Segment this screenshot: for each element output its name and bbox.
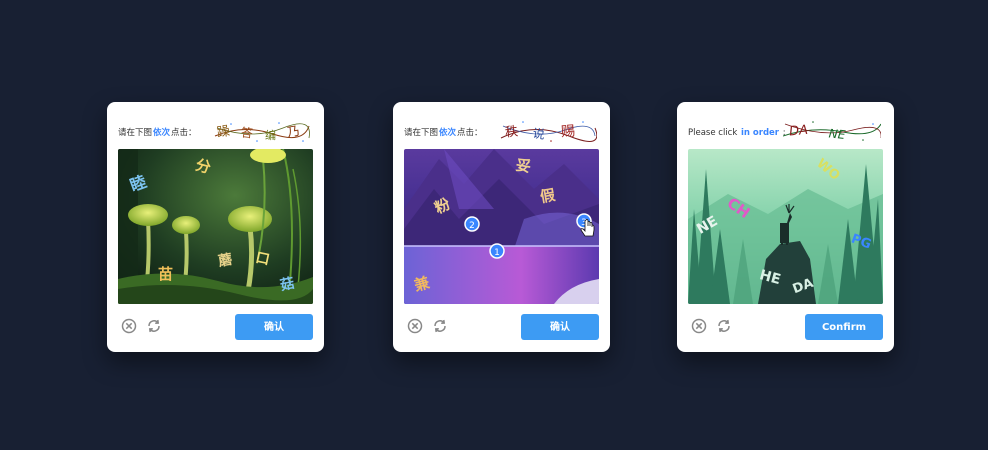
- target-char: 说: [532, 125, 546, 142]
- prompt-highlight: 依次: [439, 128, 457, 138]
- target-char: 答: [240, 124, 254, 140]
- target-char: 编: [265, 128, 276, 142]
- captcha-scene-image[interactable]: 粉 妥 假 兼 2 1 3: [404, 149, 599, 304]
- prompt-highlight: in order: [740, 128, 779, 138]
- click-marker-2: 2: [464, 216, 480, 232]
- refresh-icon[interactable]: [145, 317, 163, 335]
- confirm-button[interactable]: Confirm: [805, 314, 883, 340]
- captcha-card-2: 请在下图依次点击： 秩 说 赐 粉 妥 假 兼 2 1 3 确认: [393, 102, 610, 352]
- prompt-text: Please click: [688, 128, 738, 138]
- confirm-button[interactable]: 确认: [235, 314, 313, 340]
- refresh-icon[interactable]: [715, 317, 733, 335]
- prompt-suffix: 点击：: [457, 128, 483, 138]
- scene-char: 蘑: [217, 251, 234, 270]
- close-icon[interactable]: [406, 317, 424, 335]
- target-char: 赐: [561, 123, 576, 140]
- target-char: 秩: [504, 124, 519, 140]
- prompt-highlight: 依次: [153, 128, 171, 138]
- target-char: 躁: [216, 124, 231, 141]
- scene-char: 苗: [158, 265, 173, 283]
- click-marker-1: 1: [489, 243, 505, 259]
- close-icon[interactable]: [120, 317, 138, 335]
- click-marker-label: 2: [469, 221, 475, 231]
- captcha-card-1: 请在下图依次点击： 躁 答 编 乃 睦 分 苗 蘑 口 菇 确认: [107, 102, 324, 352]
- captcha-card-3: Please click in order : DA NE NE CH WO P…: [677, 102, 894, 352]
- target-char: DA: [788, 123, 808, 140]
- target-characters-image: 秩 说 赐: [499, 116, 598, 144]
- scene-char: 妥: [514, 156, 532, 176]
- close-icon[interactable]: [690, 317, 708, 335]
- target-characters-image: 躁 答 编 乃: [213, 116, 311, 144]
- prompt-suffix: 点击：: [171, 128, 197, 138]
- confirm-button[interactable]: 确认: [521, 314, 599, 340]
- refresh-icon[interactable]: [431, 317, 449, 335]
- target-characters-image: DA NE: [782, 116, 882, 144]
- prompt-text: 请在下图: [404, 128, 439, 138]
- captcha-scene-image[interactable]: 睦 分 苗 蘑 口 菇: [118, 149, 313, 304]
- click-marker-label: 1: [494, 248, 500, 258]
- prompt-text: 请在下图: [118, 128, 153, 138]
- captcha-scene-image[interactable]: NE CH WO PG HE DA: [688, 149, 883, 304]
- target-char: NE: [828, 126, 846, 142]
- target-char: 乃: [286, 124, 301, 141]
